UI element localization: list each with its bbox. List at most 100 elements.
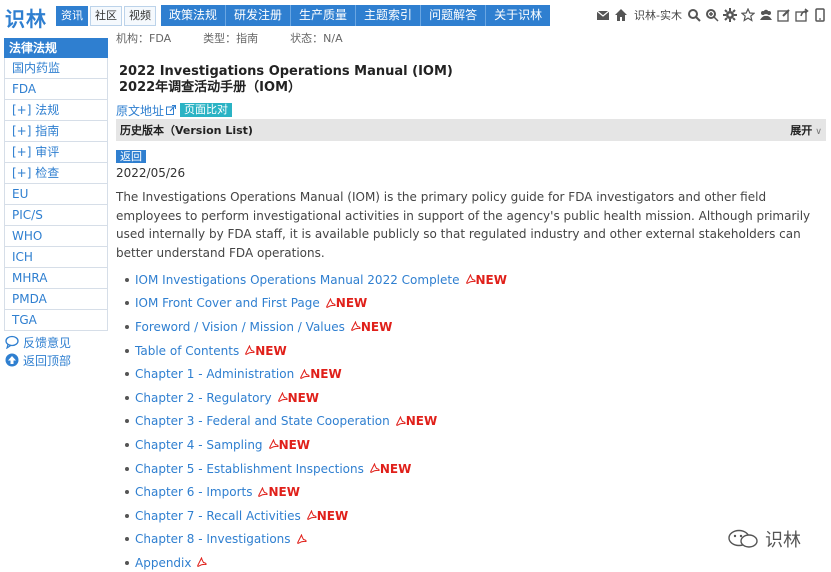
document-link[interactable]: Chapter 3 - Federal and State Cooperatio…: [135, 414, 390, 428]
document-list: IOM Investigations Operations Manual 202…: [116, 268, 826, 572]
group-icon[interactable]: [759, 8, 773, 22]
back-to-top-label: 返回顶部: [23, 353, 72, 368]
source-link[interactable]: 原文地址: [116, 102, 164, 119]
title-chinese: 2022年调查活动手册（IOM）: [119, 80, 302, 95]
sidebar-item-guidance[interactable]: [+] 指南: [4, 121, 108, 142]
version-list-bar[interactable]: 历史版本（Version List) 展开 ∨: [116, 119, 826, 141]
back-button[interactable]: 返回: [116, 150, 146, 163]
feedback-link[interactable]: 反馈意见: [4, 333, 108, 351]
new-badge: NEW: [287, 390, 320, 405]
nav-production-quality[interactable]: 生产质量: [291, 5, 357, 26]
nav-topic-index[interactable]: 主题索引: [356, 5, 422, 26]
bullet: [125, 348, 129, 353]
pdf-icon[interactable]: [296, 533, 307, 545]
mail-icon[interactable]: [596, 8, 610, 22]
pdf-icon[interactable]: [306, 510, 317, 521]
document-link[interactable]: IOM Investigations Operations Manual 202…: [135, 273, 460, 287]
pdf-icon[interactable]: [350, 321, 361, 332]
mobile-icon[interactable]: [813, 8, 827, 22]
zoom-in-icon[interactable]: [705, 8, 719, 22]
back-to-top-link[interactable]: 返回顶部: [4, 351, 108, 369]
new-badge: NEW: [405, 414, 438, 429]
share-icon[interactable]: [795, 8, 809, 22]
list-item: Chapter 4 - Sampling NEW: [116, 433, 826, 457]
new-badge: NEW: [255, 343, 287, 358]
list-item: Chapter 2 - Regulatory NEW: [116, 386, 826, 410]
sidebar-item-pics[interactable]: PIC/S: [4, 205, 108, 226]
nav-qa[interactable]: 问题解答: [421, 5, 487, 26]
new-badge: NEW: [360, 319, 393, 334]
tab-video[interactable]: 视频: [124, 6, 156, 26]
sidebar-item-regulations[interactable]: [+] 法规: [4, 100, 108, 121]
nav-about[interactable]: 关于识林: [486, 5, 550, 26]
sidebar-item-who[interactable]: WHO: [4, 226, 108, 247]
sidebar-item-ich[interactable]: ICH: [4, 247, 108, 268]
document-link[interactable]: Appendix: [135, 556, 191, 570]
pdf-icon[interactable]: [369, 463, 380, 474]
sidebar-item-nmpa[interactable]: 国内药监: [4, 58, 108, 79]
sidebar-item-pmda[interactable]: PMDA: [4, 289, 108, 310]
pdf-icon[interactable]: [325, 297, 336, 309]
speech-bubble-icon: [5, 335, 19, 349]
list-item: Chapter 3 - Federal and State Cooperatio…: [116, 410, 826, 434]
expand-toggle[interactable]: 展开 ∨: [790, 122, 822, 138]
sidebar-item-review[interactable]: [+] 审评: [4, 142, 108, 163]
doc-meta: 机构：FDA 类型：指南 状态：N/A: [116, 30, 826, 46]
meta-status: 状态：N/A: [290, 32, 343, 45]
document-link[interactable]: Chapter 4 - Sampling: [135, 438, 263, 452]
pdf-icon[interactable]: [244, 345, 255, 356]
sidebar-item-inspection[interactable]: [+] 检查: [4, 163, 108, 184]
search-icon[interactable]: [687, 8, 701, 22]
document-link[interactable]: Chapter 7 - Recall Activities: [135, 509, 301, 523]
document-link[interactable]: Table of Contents: [135, 344, 239, 358]
gear-icon[interactable]: [723, 8, 737, 22]
meta-type: 类型：指南: [203, 32, 259, 45]
list-item: Chapter 1 - Administration NEW: [116, 362, 826, 386]
pdf-icon[interactable]: [196, 557, 208, 568]
nav-policy[interactable]: 政策法规: [161, 5, 227, 26]
tab-news[interactable]: 资讯: [56, 6, 88, 26]
bullet: [125, 490, 129, 495]
list-item: Chapter 5 - Establishment Inspections NEW: [116, 457, 826, 481]
document-link[interactable]: Chapter 5 - Establishment Inspections: [135, 462, 364, 476]
sidebar-item-fda[interactable]: FDA: [4, 79, 108, 100]
chevron-down-icon: ∨: [815, 126, 822, 137]
bullet: [125, 395, 129, 400]
document-link[interactable]: Chapter 6 - Imports: [135, 485, 252, 499]
tab-community[interactable]: 社区: [90, 6, 122, 26]
description: The Investigations Operations Manual (IO…: [116, 190, 811, 260]
compare-button[interactable]: 页面比对: [180, 103, 233, 117]
pdf-icon[interactable]: [299, 368, 310, 380]
document-link[interactable]: IOM Front Cover and First Page: [135, 296, 320, 310]
edit-icon[interactable]: [777, 8, 791, 22]
wechat-icon: [727, 528, 761, 550]
bullet: [125, 301, 129, 306]
sidebar-item-eu[interactable]: EU: [4, 184, 108, 205]
new-badge: NEW: [475, 272, 507, 287]
pdf-icon[interactable]: [465, 274, 476, 285]
sidebar-item-tga[interactable]: TGA: [4, 310, 108, 331]
home-icon[interactable]: [614, 8, 628, 22]
external-link-icon[interactable]: [166, 105, 177, 115]
bullet: [125, 277, 129, 282]
version-list-label: 历史版本（Version List): [120, 124, 253, 137]
document-link[interactable]: Foreword / Vision / Mission / Values: [135, 320, 345, 334]
user-brand-label[interactable]: 识林-实木: [634, 7, 682, 23]
site-logo[interactable]: 识林: [5, 3, 47, 32]
sidebar-item-mhra[interactable]: MHRA: [4, 268, 108, 289]
star-icon[interactable]: [741, 8, 755, 22]
document-link[interactable]: Chapter 2 - Regulatory: [135, 391, 272, 405]
pdf-icon[interactable]: [257, 486, 269, 498]
new-badge: NEW: [379, 461, 412, 476]
bullet: [125, 372, 129, 377]
pdf-icon[interactable]: [277, 392, 288, 403]
bullet: [125, 537, 129, 542]
pdf-icon[interactable]: [268, 439, 279, 450]
sidebar: 法律法规 国内药监 FDA [+] 法规 [+] 指南 [+] 审评 [+] 检…: [4, 38, 108, 369]
pdf-icon[interactable]: [395, 415, 406, 427]
bullet: [125, 513, 129, 518]
watermark-text: 识林: [765, 530, 801, 551]
nav-rd-registration[interactable]: 研发注册: [226, 5, 292, 26]
document-link[interactable]: Chapter 8 - Investigations: [135, 532, 291, 546]
document-link[interactable]: Chapter 1 - Administration: [135, 367, 294, 381]
